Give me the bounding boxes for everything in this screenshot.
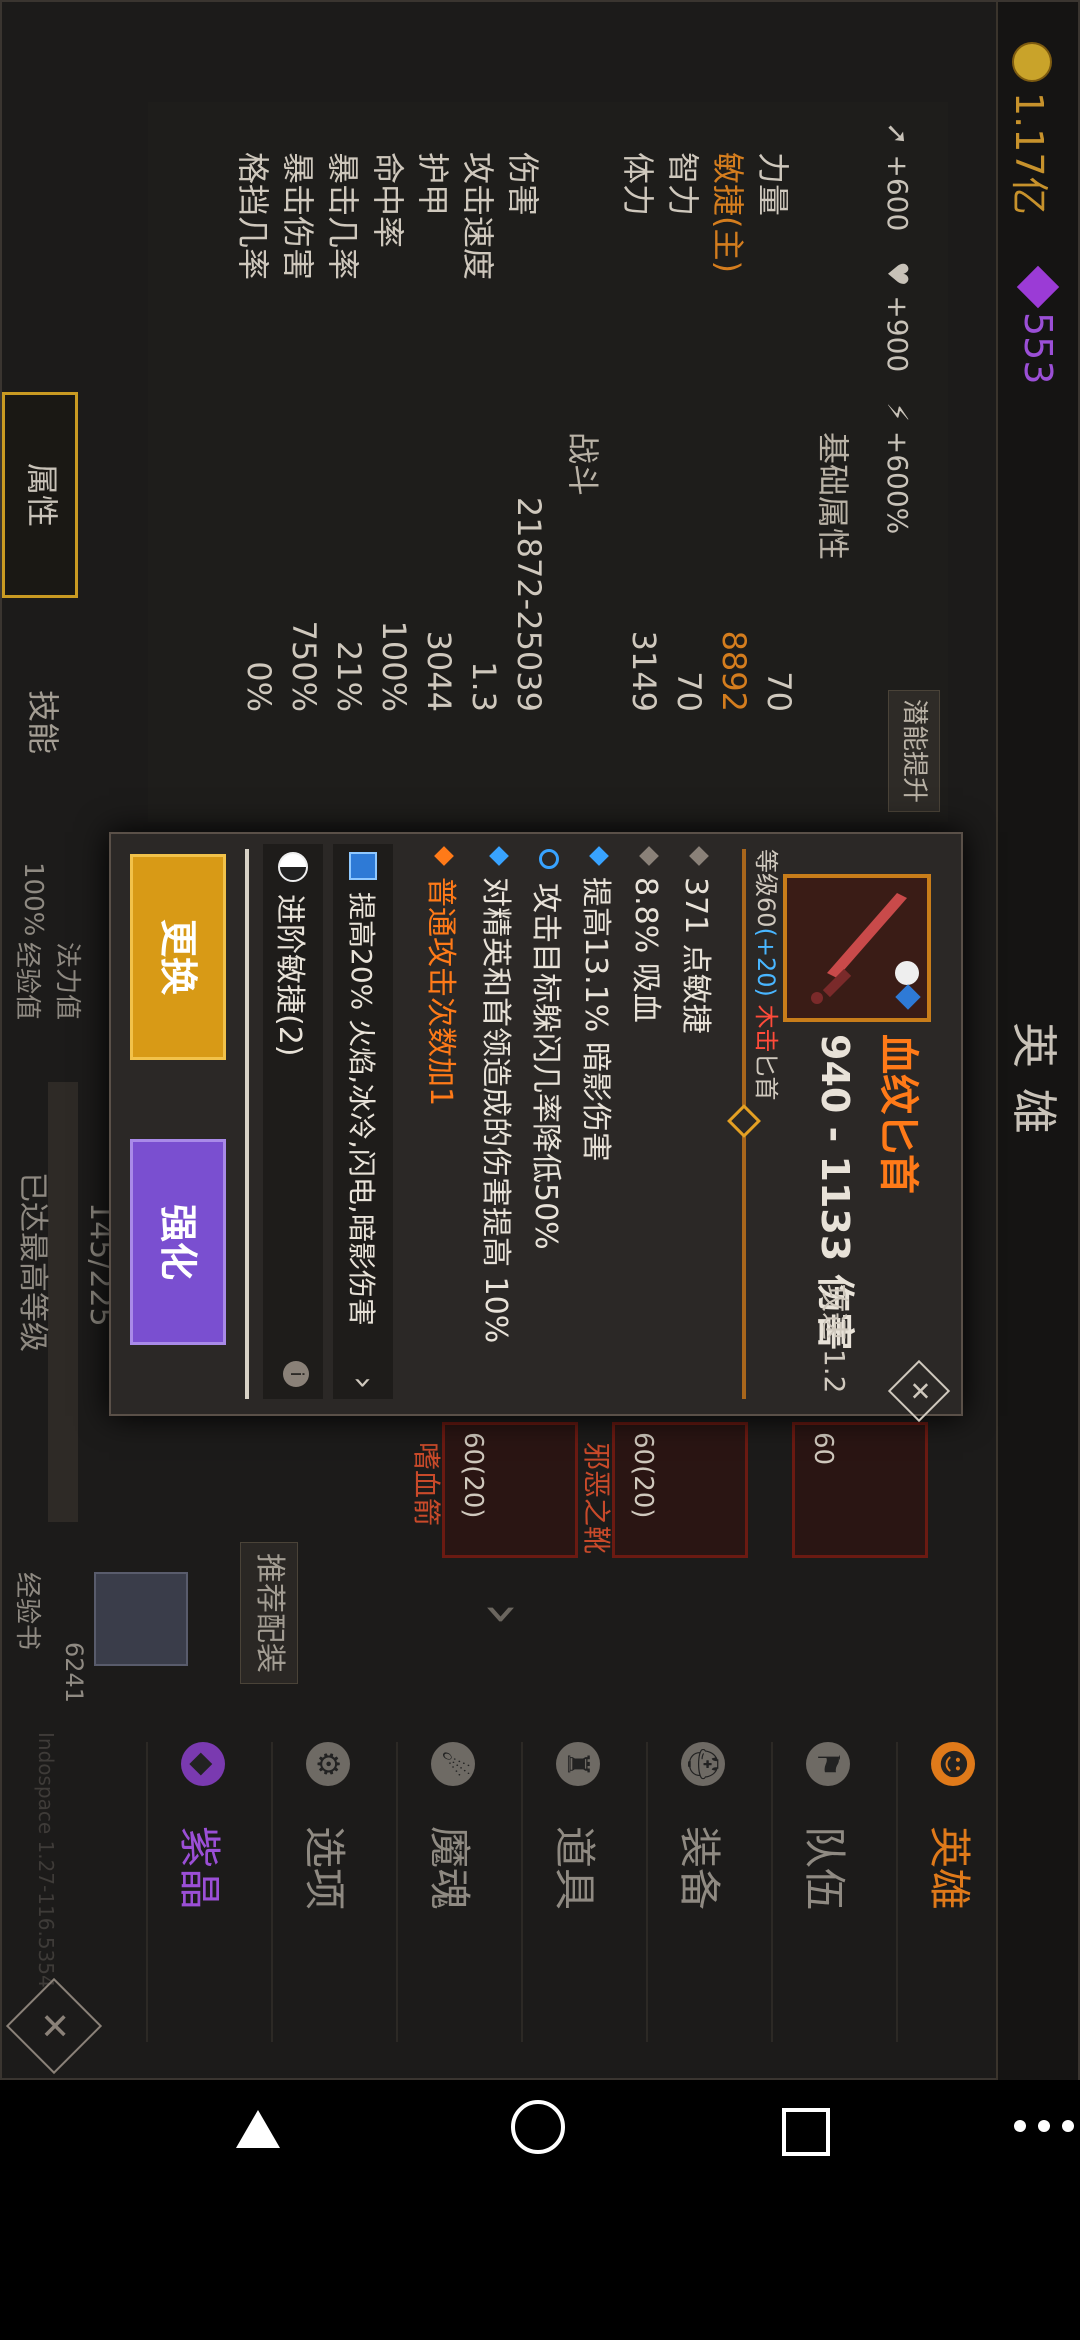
gem-icon bbox=[1016, 265, 1060, 309]
base-section-title: 基础属性 bbox=[814, 432, 852, 561]
sidebar-item-team[interactable]: ⚑ 队伍 bbox=[771, 1742, 883, 2042]
slot-level: 60(20) bbox=[458, 1432, 488, 1519]
flag-icon: ⚑ bbox=[806, 1742, 850, 1786]
mana-label: 法力值 bbox=[52, 942, 82, 1021]
tab-attributes[interactable]: 属性 bbox=[2, 392, 78, 598]
exp-percent: 100% bbox=[18, 862, 48, 937]
slot-level: 60 bbox=[808, 1432, 838, 1466]
recent-apps-icon[interactable] bbox=[782, 2108, 830, 2156]
item-stat: 攻击目标躲闪几率降低50% bbox=[527, 849, 571, 1250]
slot-name: 邪恶之靴 bbox=[580, 1442, 613, 1555]
helmet-icon: ⛑ bbox=[681, 1742, 725, 1786]
exp-max-label: 已达最高等级 bbox=[15, 1172, 50, 1352]
bonus-energy: ⚡ +600% bbox=[881, 402, 915, 535]
next-arrow-icon[interactable]: › bbox=[468, 1602, 538, 1626]
bonus-attack: ➚ +600 bbox=[881, 122, 915, 232]
gold-counter: 1.17亿 bbox=[1005, 42, 1060, 215]
sapphire-icon bbox=[349, 852, 377, 880]
sidebar-item-options[interactable]: ⚙ 选项 bbox=[271, 1742, 383, 2042]
flame-icon: ☄ bbox=[431, 1742, 475, 1786]
bag-icon: ♜ bbox=[556, 1742, 600, 1786]
page-title: 英雄 bbox=[1007, 1022, 1061, 1154]
gold-coin-icon bbox=[1012, 42, 1053, 82]
gem-socket[interactable]: 提高20% 火焰,冰冷,闪电,暗影伤害 › bbox=[333, 844, 393, 1399]
item-stat: 对精英和首领造成的伤害提高 10% bbox=[477, 846, 521, 1343]
divider-diamond-icon bbox=[727, 1104, 761, 1138]
item-stat-special: 普通攻击次数加1 bbox=[422, 846, 466, 1106]
popup-close-button[interactable]: ✕ bbox=[887, 1359, 951, 1423]
item-stat: 371 点敏捷 bbox=[677, 846, 721, 1034]
recommend-button[interactable]: 推荐配装 bbox=[240, 1542, 298, 1684]
sidebar-item-amethyst[interactable]: ◆ 紫晶 bbox=[146, 1742, 258, 2042]
back-icon[interactable] bbox=[236, 2110, 280, 2148]
item-name: 血纹匕首 bbox=[875, 1034, 921, 1194]
sidebar-item-items[interactable]: ♜ 道具 bbox=[521, 1742, 633, 2042]
home-icon[interactable] bbox=[511, 2100, 565, 2154]
item-popup: 血纹匕首 940 - 1133 伤害 攻速 1.2 ✕ 等级60(+20) 木击… bbox=[109, 832, 963, 1423]
gear-icon: ⚙ bbox=[306, 1742, 350, 1786]
advance-socket-text: 进阶敏捷(2) bbox=[272, 894, 307, 1057]
crystal-icon: ◆ bbox=[181, 1742, 225, 1786]
close-icon: ✕ bbox=[33, 2010, 75, 2042]
info-icon[interactable]: i bbox=[283, 1361, 309, 1387]
combat-section-title: 战斗 bbox=[564, 432, 602, 497]
hero-icon: ☻ bbox=[931, 1742, 975, 1786]
dagger-icon bbox=[783, 874, 931, 1022]
exp-label: 经验值 bbox=[12, 942, 42, 1021]
item-speed: 攻速 1.2 bbox=[818, 1284, 851, 1394]
sidebar-item-soul[interactable]: ☄ 魔魂 bbox=[396, 1742, 508, 2042]
chevron-right-icon[interactable]: › bbox=[345, 1376, 383, 1389]
game-frame: 1.17亿 553 英雄 ➚ +600 ♥ +900 ⚡ +600% 潜能提升 … bbox=[0, 0, 1080, 2082]
replace-button[interactable]: 更换 bbox=[130, 854, 226, 1060]
yin-yang-icon bbox=[278, 852, 308, 882]
gem-socket-text: 提高20% 火焰,冰冷,闪电,暗影伤害 bbox=[345, 892, 378, 1326]
more-options-icon[interactable] bbox=[1038, 2120, 1050, 2132]
upgrade-button[interactable]: 强化 bbox=[130, 1139, 226, 1345]
divider bbox=[245, 849, 249, 1399]
item-stat: 提高13.1% 暗影伤害 bbox=[577, 846, 621, 1162]
sidebar-item-equipment[interactable]: ⛑ 装备 bbox=[646, 1742, 758, 2042]
gold-value: 1.17亿 bbox=[1007, 92, 1051, 215]
gem-counter: 553 bbox=[1016, 265, 1060, 385]
advance-socket[interactable]: 进阶敏捷(2) i bbox=[263, 844, 323, 1399]
exp-book-label: 经验书 bbox=[12, 1572, 42, 1651]
slot-level: 60(20) bbox=[628, 1432, 658, 1519]
potential-button[interactable]: 潜能提升 bbox=[888, 690, 940, 812]
slot-name: 嗜血箭 bbox=[410, 1442, 443, 1527]
exp-book-count: 6241 bbox=[60, 1642, 88, 1704]
sidebar-item-hero[interactable]: ☻ 英雄 bbox=[896, 1742, 1008, 2042]
sidebar: ☻ 英雄 ⚑ 队伍 ⛑ 装备 ♜ 道具 ☄ 魔魂 ⚙ 选项 ◆ 紫晶 bbox=[0, 1722, 1078, 2062]
item-stat: 8.8% 吸血 bbox=[627, 846, 671, 1023]
gem-value: 553 bbox=[1016, 312, 1060, 385]
tab-skills[interactable]: 技能 bbox=[13, 662, 73, 782]
exp-book-icon[interactable] bbox=[94, 1572, 188, 1666]
item-level-line: 等级60(+20) 木击匕首 bbox=[752, 849, 780, 1101]
bonus-health: ♥ +900 bbox=[881, 261, 915, 373]
close-icon: ✕ bbox=[904, 1380, 935, 1402]
